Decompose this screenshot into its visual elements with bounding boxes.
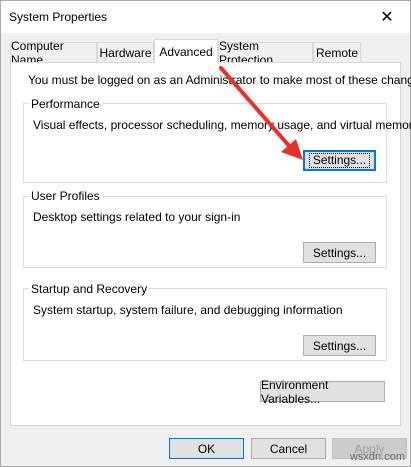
performance-title: Performance [29, 97, 102, 111]
user-profiles-settings-button[interactable]: Settings... [303, 242, 376, 263]
performance-group [23, 103, 387, 183]
environment-variables-button[interactable]: Environment Variables... [260, 378, 385, 406]
tab-label: Remote [315, 45, 359, 60]
title-bar[interactable]: System Properties ✕ [1, 1, 410, 33]
tab-hardware[interactable]: Hardware [97, 42, 154, 62]
tab-remote[interactable]: Remote [313, 42, 361, 62]
window-title: System Properties [9, 10, 108, 24]
button-label: Cancel [269, 441, 308, 456]
startup-recovery-description: System startup, system failure, and debu… [33, 303, 343, 317]
user-profiles-title: User Profiles [29, 189, 102, 203]
tab-label: Advanced [159, 44, 213, 59]
performance-description: Visual effects, processor scheduling, me… [33, 118, 411, 132]
tab-system-protection[interactable]: System Protection [218, 39, 313, 67]
admin-note: You must be logged on as an Administrato… [28, 73, 411, 87]
advanced-tab-panel: You must be logged on as an Administrato… [10, 62, 411, 426]
user-profiles-description: Desktop settings related to your sign-in [33, 210, 241, 224]
startup-recovery-settings-button[interactable]: Settings... [303, 335, 376, 356]
ok-button[interactable]: OK [169, 438, 244, 459]
system-properties-window: System Properties ✕ Computer Name Hardwa… [0, 0, 411, 467]
tab-computer-name[interactable]: Computer Name [10, 39, 97, 67]
close-icon[interactable]: ✕ [364, 1, 410, 33]
performance-settings-button[interactable]: Settings... [303, 150, 376, 171]
tab-label: Hardware [99, 45, 152, 60]
button-label: OK [197, 441, 216, 456]
button-label: Settings... [312, 245, 367, 260]
watermark: wsxdn.com [349, 451, 405, 463]
button-label: Environment Variables... [261, 377, 329, 406]
button-label: Settings... [312, 338, 367, 353]
startup-recovery-title: Startup and Recovery [29, 282, 150, 296]
tab-advanced[interactable]: Advanced [154, 39, 218, 63]
button-label: Settings... [308, 153, 371, 168]
cancel-button[interactable]: Cancel [251, 438, 326, 459]
